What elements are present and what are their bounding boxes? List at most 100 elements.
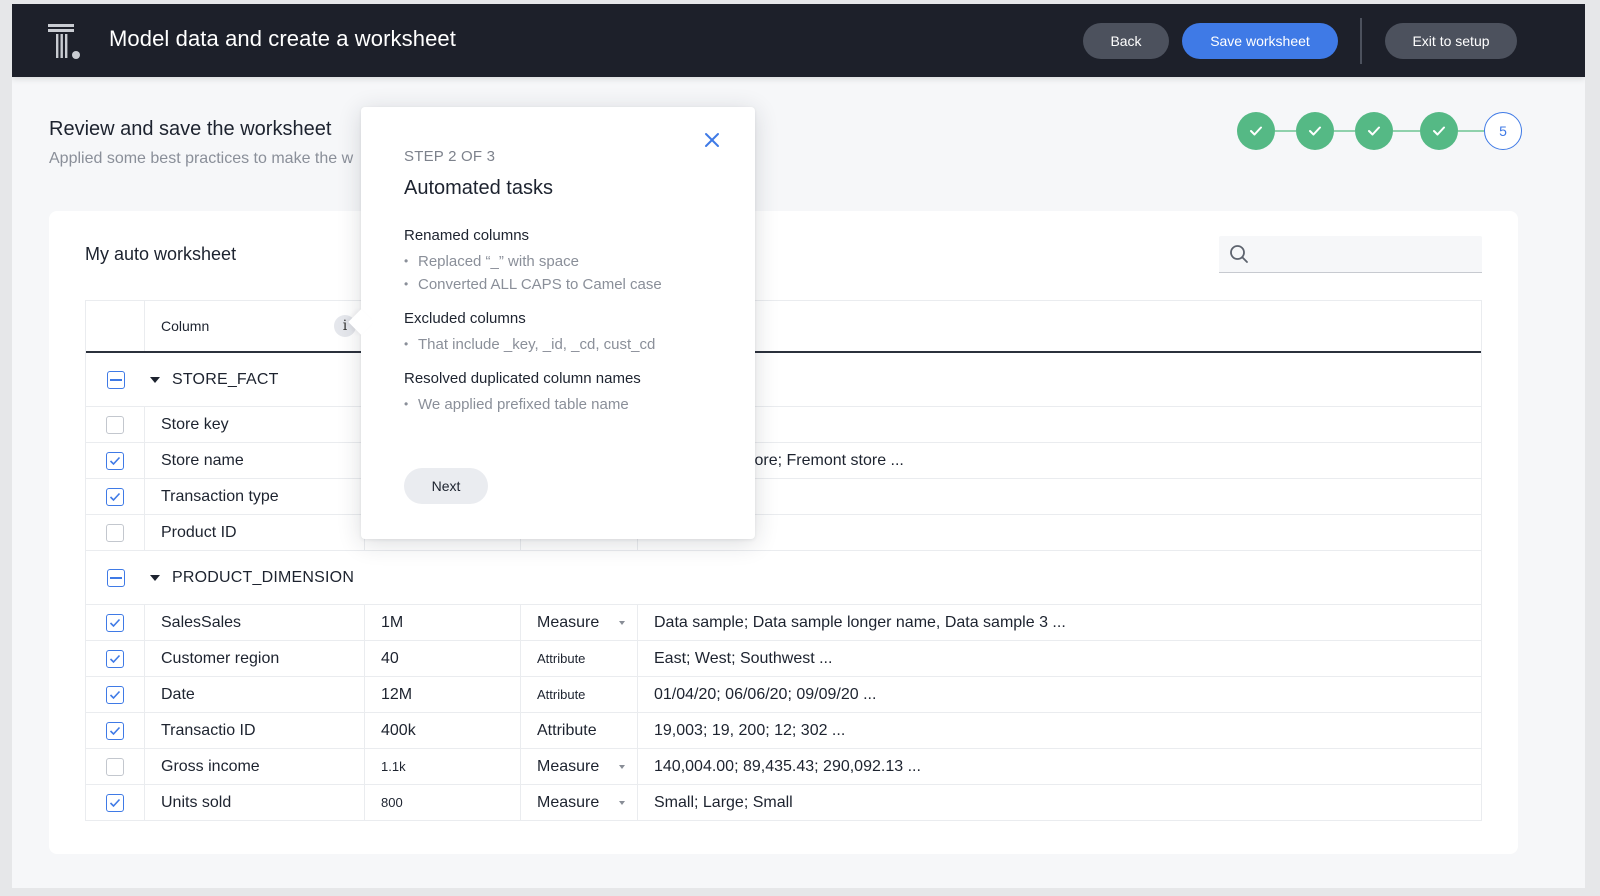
row-checkbox[interactable] xyxy=(106,757,124,776)
thoughtspot-logo-icon xyxy=(48,24,80,59)
step-5-current[interactable]: 5 xyxy=(1484,112,1522,150)
table-row: SalesSales 1M Measure Data sample; Data … xyxy=(86,605,1481,641)
exit-to-setup-button[interactable]: Exit to setup xyxy=(1385,23,1517,59)
row-checkbox[interactable] xyxy=(106,685,124,704)
sample-header xyxy=(638,301,1481,351)
row-checkbox[interactable] xyxy=(106,451,124,470)
column-count: 400k xyxy=(365,713,521,748)
column-type-value: Measure xyxy=(537,613,600,631)
dropdown-caret-icon xyxy=(619,620,625,625)
column-type: Attribute xyxy=(521,713,638,748)
column-type: Attribute xyxy=(521,677,638,712)
section-item: Replaced “_” with space xyxy=(404,250,724,273)
step-connector xyxy=(1393,130,1420,132)
column-name: Units sold xyxy=(145,785,365,820)
column-sample: 140,004.00; 89,435.43; 290,092.13 ... xyxy=(654,757,921,775)
step-1-complete[interactable] xyxy=(1237,112,1275,150)
group-checkbox[interactable] xyxy=(106,568,125,587)
table-row: Store name ore; Tucson store; Fremont st… xyxy=(86,443,1481,479)
column-sample: 299 ... xyxy=(638,515,1481,550)
worksheet-card: My auto worksheet Column i STORE_FACT St… xyxy=(49,211,1518,854)
app-title: Model data and create a worksheet xyxy=(109,26,456,51)
column-header-label: Column xyxy=(161,318,210,334)
column-name: Date xyxy=(145,677,365,712)
step-2-complete[interactable] xyxy=(1296,112,1334,150)
popover-body: Renamed columns Replaced “_” with space … xyxy=(404,227,724,430)
popover-section-excluded: Excluded columns That include _key, _id,… xyxy=(404,310,724,356)
column-type-value: Measure xyxy=(537,793,600,811)
step-4-complete[interactable] xyxy=(1420,112,1458,150)
check-icon xyxy=(109,654,121,663)
top-bar: Model data and create a worksheet Back S… xyxy=(12,4,1585,77)
column-sample: ore; Tucson store; Fremont store ... xyxy=(654,451,904,469)
search-icon xyxy=(1230,245,1248,263)
table-group-store-fact: STORE_FACT xyxy=(86,353,1481,407)
step-connector xyxy=(1275,130,1296,132)
table-row: Date 12M Attribute 01/04/20; 06/06/20; 0… xyxy=(86,677,1481,713)
step-connector xyxy=(1458,130,1484,132)
column-sample: 19,003; 19, 200; 12; 302 ... xyxy=(654,721,846,739)
check-icon xyxy=(109,690,121,699)
column-count: 800 xyxy=(365,785,521,820)
group-checkbox[interactable] xyxy=(106,370,125,389)
table-row: Transaction type Cash .... xyxy=(86,479,1481,515)
row-checkbox[interactable] xyxy=(106,523,124,542)
column-type-dropdown[interactable]: Measure xyxy=(521,749,638,784)
column-type-dropdown[interactable]: Measure xyxy=(521,605,638,640)
column-sample: Cash .... xyxy=(638,479,1481,514)
app-window: Model data and create a worksheet Back S… xyxy=(12,4,1585,888)
column-name: Gross income xyxy=(145,749,365,784)
section-item: That include _key, _id, _cd, cust_cd xyxy=(404,333,724,356)
column-name: Product ID xyxy=(145,515,365,550)
dropdown-caret-icon xyxy=(619,764,625,769)
caret-down-icon[interactable] xyxy=(150,574,160,581)
worksheet-title: My auto worksheet xyxy=(85,244,237,264)
table-row: Units sold 800 Measure Small; Large; Sma… xyxy=(86,785,1481,821)
back-button[interactable]: Back xyxy=(1083,23,1169,59)
row-checkbox[interactable] xyxy=(106,415,124,434)
column-sample: Small; Large; Small xyxy=(654,793,793,811)
column-sample: Data sample; Data sample longer name, Da… xyxy=(654,613,1066,631)
check-icon xyxy=(1250,126,1262,136)
column-type-value: Measure xyxy=(537,757,600,775)
step-3-complete[interactable] xyxy=(1355,112,1393,150)
row-checkbox[interactable] xyxy=(106,613,124,632)
check-icon xyxy=(109,492,121,501)
row-checkbox[interactable] xyxy=(106,721,124,740)
table-row: Customer region 40 Attribute East; West;… xyxy=(86,641,1481,677)
table-row: Transactio ID 400k Attribute 19,003; 19,… xyxy=(86,713,1481,749)
page-title: Review and save the worksheet xyxy=(49,118,332,140)
row-checkbox[interactable] xyxy=(106,649,124,668)
section-heading: Resolved duplicated column names xyxy=(404,370,641,387)
check-icon xyxy=(109,618,121,627)
column-type-dropdown[interactable]: Measure xyxy=(521,785,638,820)
column-name: Transaction type xyxy=(145,479,365,514)
popover-section-renamed: Renamed columns Replaced “_” with space … xyxy=(404,227,724,296)
check-icon xyxy=(1309,126,1321,136)
table-header: Column i xyxy=(86,301,1481,353)
progress-stepper: 5 xyxy=(1237,112,1527,150)
save-worksheet-button[interactable]: Save worksheet xyxy=(1182,23,1338,59)
group-name: STORE_FACT xyxy=(172,370,279,388)
table-row: Product ID 299 ... xyxy=(86,515,1481,551)
table-row: Gross income 1.1k Measure 140,004.00; 89… xyxy=(86,749,1481,785)
row-checkbox[interactable] xyxy=(106,487,124,506)
column-count: 1M xyxy=(365,605,521,640)
column-count: 12M xyxy=(365,677,521,712)
section-heading: Renamed columns xyxy=(404,227,530,244)
close-icon[interactable] xyxy=(703,131,721,149)
row-checkbox[interactable] xyxy=(106,793,124,812)
column-sample xyxy=(638,407,1481,442)
search-input[interactable] xyxy=(1255,236,1482,272)
page-subtitle: Applied some best practices to make the … xyxy=(49,150,354,167)
caret-down-icon[interactable] xyxy=(150,376,160,383)
next-button[interactable]: Next xyxy=(404,468,488,504)
check-icon xyxy=(109,456,121,465)
section-heading: Excluded columns xyxy=(404,310,526,327)
column-sample: East; West; Southwest ... xyxy=(654,649,833,667)
column-count: 1.1k xyxy=(365,749,521,784)
search-box[interactable] xyxy=(1219,236,1482,273)
table-group-product-dimension: PRODUCT_DIMENSION xyxy=(86,551,1481,605)
automated-tasks-popover: STEP 2 OF 3 Automated tasks Renamed colu… xyxy=(361,107,755,539)
group-name: PRODUCT_DIMENSION xyxy=(172,568,355,586)
